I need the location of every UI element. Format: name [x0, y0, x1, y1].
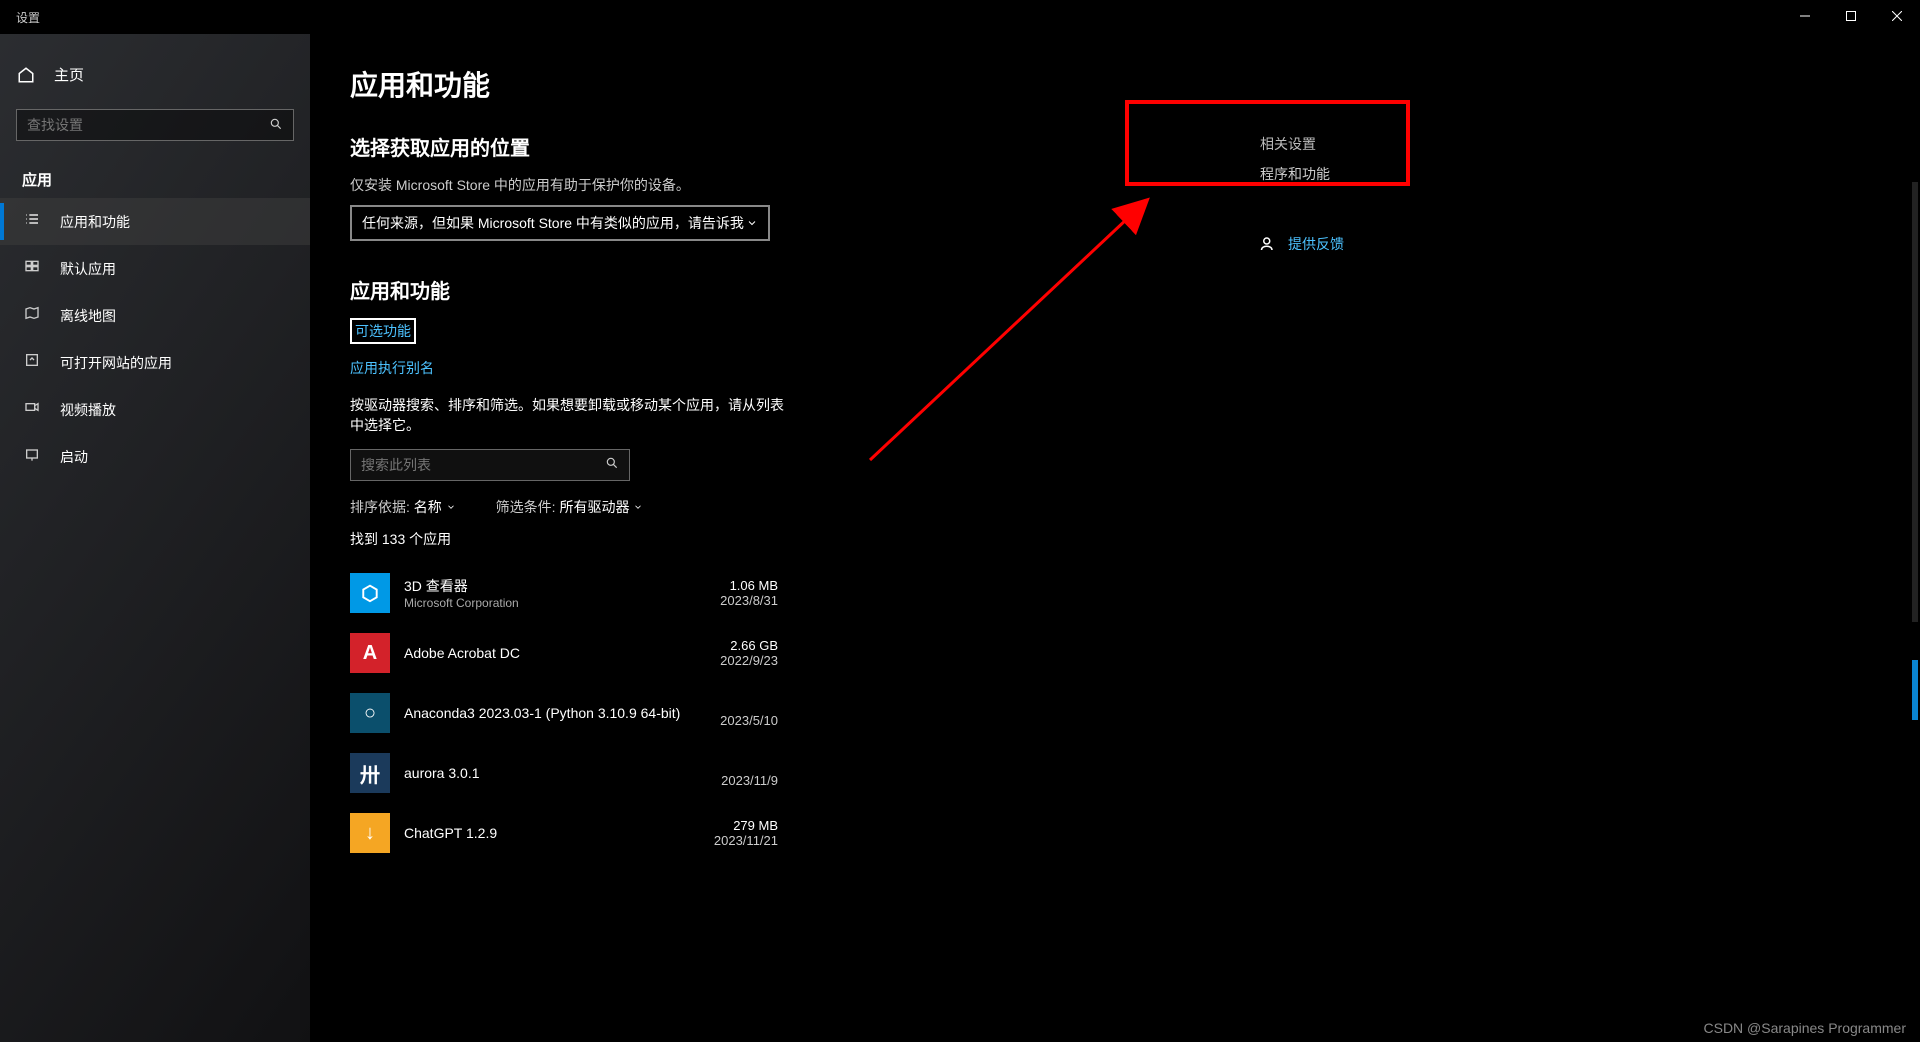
nav-label: 视频播放: [60, 400, 116, 420]
app-source-dropdown[interactable]: 任何来源，但如果 Microsoft Store 中有类似的应用，请告诉我: [350, 205, 770, 241]
app-count: 找到 133 个应用: [350, 529, 1880, 549]
app-info: ChatGPT 1.2.9: [404, 825, 700, 841]
app-meta: 2.66 GB 2022/9/23: [720, 638, 778, 668]
app-info: Anaconda3 2023.03-1 (Python 3.10.9 64-bi…: [404, 705, 706, 721]
app-date: 2023/8/31: [720, 593, 778, 608]
app-meta: 2023/11/9: [721, 758, 778, 788]
startup-icon: [22, 446, 42, 467]
app-name: ChatGPT 1.2.9: [404, 825, 700, 841]
app-info: 3D 查看器 Microsoft Corporation: [404, 576, 706, 610]
window-title: 设置: [16, 9, 40, 26]
app-icon: 卅: [350, 753, 390, 793]
category-label: 应用: [0, 153, 310, 198]
app-icon: ○: [350, 693, 390, 733]
annotation-red-box: [1125, 100, 1410, 186]
app-name: Anaconda3 2023.03-1 (Python 3.10.9 64-bi…: [404, 705, 706, 721]
app-row[interactable]: ↓ ChatGPT 1.2.9 279 MB 2023/11/21: [350, 803, 778, 863]
app-date: 2023/5/10: [720, 713, 778, 728]
settings-search-input[interactable]: [27, 117, 269, 133]
nav-website-apps[interactable]: 可打开网站的应用: [0, 339, 310, 386]
page-title: 应用和功能: [350, 64, 1880, 104]
search-icon: [269, 117, 283, 134]
app-date: 2023/11/9: [721, 773, 778, 788]
home-label: 主页: [54, 64, 84, 85]
title-bar: 设置: [0, 0, 1920, 34]
maximize-button[interactable]: [1828, 0, 1874, 32]
feedback-row[interactable]: 提供反馈: [1260, 234, 1540, 254]
chevron-down-icon: [446, 502, 456, 512]
nav-label: 应用和功能: [60, 212, 130, 232]
section-source-title: 选择获取应用的位置: [350, 132, 1880, 161]
nav-label: 可打开网站的应用: [60, 353, 172, 373]
app-info: aurora 3.0.1: [404, 765, 707, 781]
close-button[interactable]: [1874, 0, 1920, 32]
feedback-link[interactable]: 提供反馈: [1288, 234, 1344, 254]
scrollbar-thumb[interactable]: [1912, 660, 1918, 720]
sort-filter-row: 排序依据: 名称 筛选条件: 所有驱动器: [350, 497, 1880, 517]
home-icon: [16, 65, 36, 85]
nav-startup[interactable]: 启动: [0, 433, 310, 480]
window-controls: [1782, 0, 1920, 32]
app-list: ⬡ 3D 查看器 Microsoft Corporation 1.06 MB 2…: [350, 563, 778, 863]
app-meta: 2023/5/10: [720, 698, 778, 728]
app-search-input[interactable]: [361, 457, 605, 473]
nav-label: 启动: [60, 447, 88, 467]
map-icon: [22, 305, 42, 326]
app-publisher: Microsoft Corporation: [404, 596, 706, 610]
watermark: CSDN @Sarapines Programmer: [1704, 1020, 1907, 1036]
filter-by-control[interactable]: 筛选条件: 所有驱动器: [496, 497, 644, 517]
app-name: aurora 3.0.1: [404, 765, 707, 781]
open-website-icon: [22, 352, 42, 373]
app-row[interactable]: ○ Anaconda3 2023.03-1 (Python 3.10.9 64-…: [350, 683, 778, 743]
section-apps-title: 应用和功能: [350, 275, 1880, 304]
chevron-down-icon: [746, 217, 758, 229]
app-date: 2023/11/21: [714, 833, 778, 848]
optional-features-link[interactable]: 可选功能: [355, 323, 411, 339]
feedback-icon: [1260, 235, 1278, 253]
settings-search[interactable]: [16, 109, 294, 141]
minimize-button[interactable]: [1782, 0, 1828, 32]
video-icon: [22, 399, 42, 420]
optional-features-link-focused[interactable]: 可选功能: [350, 318, 416, 344]
app-size: 2.66 GB: [720, 638, 778, 653]
app-meta: 279 MB 2023/11/21: [714, 818, 778, 848]
app-size: 279 MB: [714, 818, 778, 833]
app-icon: ↓: [350, 813, 390, 853]
home-button[interactable]: 主页: [0, 54, 310, 95]
dropdown-value: 任何来源，但如果 Microsoft Store 中有类似的应用，请告诉我: [362, 213, 744, 233]
app-info: Adobe Acrobat DC: [404, 645, 706, 661]
nav-video-playback[interactable]: 视频播放: [0, 386, 310, 433]
nav-label: 默认应用: [60, 259, 116, 279]
source-helper-text: 仅安装 Microsoft Store 中的应用有助于保护你的设备。: [350, 175, 1880, 195]
app-row[interactable]: A Adobe Acrobat DC 2.66 GB 2022/9/23: [350, 623, 778, 683]
app-alias-link[interactable]: 应用执行别名: [350, 358, 434, 378]
app-date: 2022/9/23: [720, 653, 778, 668]
chevron-down-icon: [633, 502, 643, 512]
content-area: 应用和功能 选择获取应用的位置 仅安装 Microsoft Store 中的应用…: [310, 34, 1920, 1042]
instructions-text: 按驱动器搜索、排序和筛选。如果想要卸载或移动某个应用，请从列表中选择它。: [350, 396, 790, 435]
sidebar: 主页 应用 应用和功能 默认应用 离线地图: [0, 34, 310, 1042]
nav-apps-features[interactable]: 应用和功能: [0, 198, 310, 245]
search-icon: [605, 456, 619, 475]
scrollbar-track[interactable]: [1912, 182, 1918, 622]
defaults-icon: [22, 258, 42, 279]
app-icon: A: [350, 633, 390, 673]
app-name: 3D 查看器: [404, 576, 706, 596]
nav-label: 离线地图: [60, 306, 116, 326]
nav-default-apps[interactable]: 默认应用: [0, 245, 310, 292]
list-icon: [22, 211, 42, 232]
app-search-box[interactable]: [350, 449, 630, 481]
app-meta: 1.06 MB 2023/8/31: [720, 578, 778, 608]
app-size: 1.06 MB: [720, 578, 778, 593]
nav-offline-maps[interactable]: 离线地图: [0, 292, 310, 339]
app-icon: ⬡: [350, 573, 390, 613]
sort-by-control[interactable]: 排序依据: 名称: [350, 497, 456, 517]
app-row[interactable]: 卅 aurora 3.0.1 2023/11/9: [350, 743, 778, 803]
app-name: Adobe Acrobat DC: [404, 645, 706, 661]
app-row[interactable]: ⬡ 3D 查看器 Microsoft Corporation 1.06 MB 2…: [350, 563, 778, 623]
